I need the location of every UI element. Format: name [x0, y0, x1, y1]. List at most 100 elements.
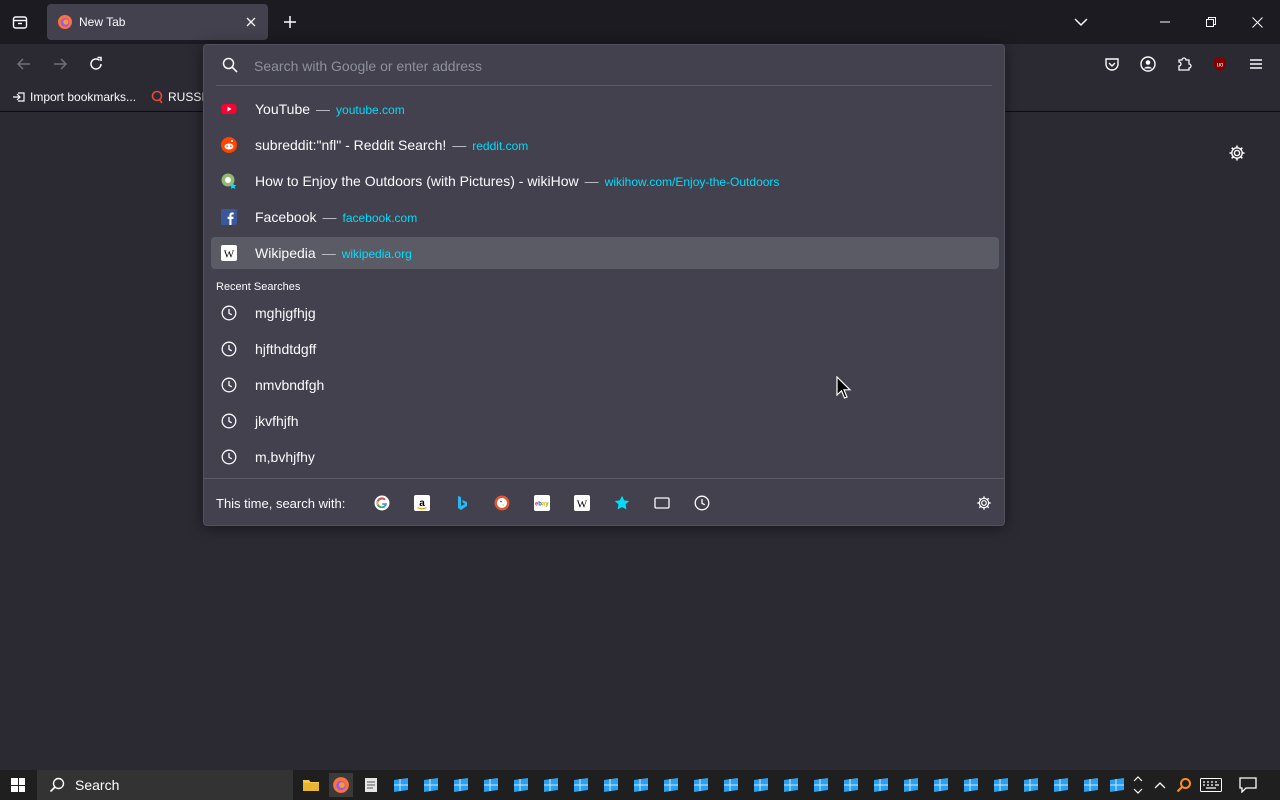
app-taskbar-button[interactable]: [479, 773, 503, 797]
svg-text:a: a: [419, 498, 425, 509]
restore-icon: [1206, 17, 1216, 27]
app-taskbar-button[interactable]: [509, 773, 533, 797]
mouse-cursor-icon: [836, 376, 852, 399]
pocket-button[interactable]: [1098, 50, 1126, 78]
firefox-icon: [333, 777, 349, 793]
app-taskbar-button[interactable]: [599, 773, 623, 797]
app-taskbar-button[interactable]: [1019, 773, 1043, 797]
import-bookmarks-button[interactable]: Import bookmarks...: [12, 90, 136, 104]
menu-button[interactable]: [1242, 50, 1270, 78]
amazon-icon: a: [414, 495, 430, 511]
suggestion-wikipedia[interactable]: W Wikipedia — wikipedia.org: [211, 237, 999, 269]
app-taskbar-button[interactable]: [959, 773, 983, 797]
firefox-taskbar-button[interactable]: [329, 773, 353, 797]
app-taskbar-button[interactable]: [1105, 773, 1129, 797]
app-taskbar-button[interactable]: [749, 773, 773, 797]
notepad-icon: [365, 778, 377, 792]
extensions-button[interactable]: [1170, 50, 1198, 78]
minimize-button[interactable]: [1142, 0, 1188, 44]
close-icon: [246, 17, 256, 27]
tab-close-button[interactable]: [242, 13, 260, 31]
close-window-button[interactable]: [1234, 0, 1280, 44]
app-taskbar-button[interactable]: [719, 773, 743, 797]
app-taskbar-button[interactable]: [839, 773, 863, 797]
app-taskbar-button[interactable]: [569, 773, 593, 797]
tabs-search-button[interactable]: [653, 494, 671, 512]
app-taskbar-button[interactable]: [629, 773, 653, 797]
google-engine-button[interactable]: [373, 494, 391, 512]
file-explorer-taskbar-button[interactable]: [299, 773, 323, 797]
history-icon: [221, 377, 237, 393]
app-window-icon: [904, 778, 918, 792]
amazon-engine-button[interactable]: a: [413, 494, 431, 512]
suggestion-wikihow[interactable]: How to Enjoy the Outdoors (with Pictures…: [211, 165, 999, 197]
app-taskbar-button[interactable]: [449, 773, 473, 797]
reload-button[interactable]: [82, 50, 110, 78]
start-button[interactable]: [0, 770, 36, 800]
ebay-engine-button[interactable]: ebay: [533, 494, 551, 512]
app-window-icon: [1024, 778, 1038, 792]
app-window-icon: [814, 778, 828, 792]
suggestion-youtube[interactable]: YouTube — youtube.com: [211, 93, 999, 125]
duckduckgo-icon: [494, 495, 510, 511]
app-taskbar-button[interactable]: [389, 773, 413, 797]
back-button[interactable]: [10, 50, 38, 78]
customize-newtab-button[interactable]: [1228, 144, 1250, 166]
tray-app-button[interactable]: [1172, 773, 1196, 797]
search-settings-button[interactable]: [975, 494, 993, 512]
app-window-icon: [844, 778, 858, 792]
taskbar-scroll-button[interactable]: [1130, 773, 1146, 797]
wikipedia-icon: W: [574, 495, 590, 511]
ublock-button[interactable]: uo: [1206, 50, 1234, 78]
app-window-icon: [1054, 778, 1068, 792]
suggestion-text: How to Enjoy the Outdoors (with Pictures…: [255, 173, 779, 189]
app-taskbar-button[interactable]: [539, 773, 563, 797]
new-tab-button[interactable]: [278, 10, 302, 34]
bing-icon: [458, 496, 467, 510]
app-taskbar-button[interactable]: [809, 773, 833, 797]
taskbar-search-box[interactable]: Search: [37, 770, 293, 800]
search-oneoffs: This time, search with: a ebay W: [204, 479, 1004, 525]
recent-search-item[interactable]: hjfthdtdgff: [211, 333, 999, 365]
tab-new-tab[interactable]: New Tab: [47, 4, 268, 40]
search-icon: [49, 777, 65, 793]
recent-search-item[interactable]: mghjgfhjg: [211, 297, 999, 329]
recent-search-item[interactable]: m,bvhjfhy: [211, 441, 999, 473]
app-taskbar-button[interactable]: [1079, 773, 1103, 797]
app-taskbar-button[interactable]: [779, 773, 803, 797]
recent-search-item[interactable]: jkvfhjfh: [211, 405, 999, 437]
account-button[interactable]: [1134, 50, 1162, 78]
bing-engine-button[interactable]: [453, 494, 471, 512]
windows-taskbar: Search: [0, 770, 1280, 800]
list-all-tabs-button[interactable]: [1058, 0, 1104, 44]
suggestion-facebook[interactable]: Facebook — facebook.com: [211, 201, 999, 233]
pocket-icon: [1105, 58, 1119, 71]
app-taskbar-button[interactable]: [929, 773, 953, 797]
recent-search-item[interactable]: nmvbndfgh: [211, 369, 999, 401]
suggestion-reddit[interactable]: subreddit:"nfl" - Reddit Search! — reddit.…: [211, 129, 999, 161]
app-taskbar-button[interactable]: [659, 773, 683, 797]
show-hidden-icons-button[interactable]: [1148, 773, 1172, 797]
history-search-button[interactable]: [693, 494, 711, 512]
plus-icon: [284, 16, 296, 28]
youtube-icon: [221, 101, 237, 117]
bookmarks-search-button[interactable]: [613, 494, 631, 512]
action-center-button[interactable]: [1236, 773, 1260, 797]
app-taskbar-button[interactable]: [689, 773, 713, 797]
duckduckgo-engine-button[interactable]: [493, 494, 511, 512]
restore-button[interactable]: [1188, 0, 1234, 44]
touch-keyboard-button[interactable]: [1198, 773, 1224, 797]
app-taskbar-button[interactable]: [869, 773, 893, 797]
tab-strip: New Tab: [0, 0, 1280, 44]
wikipedia-engine-button[interactable]: W: [573, 494, 591, 512]
urlbar-input[interactable]: [254, 55, 954, 77]
notepad-taskbar-button[interactable]: [359, 773, 383, 797]
app-taskbar-button[interactable]: [989, 773, 1013, 797]
app-taskbar-button[interactable]: [419, 773, 443, 797]
recent-search-text: mghjgfhjg: [255, 305, 316, 321]
recent-searches-header: Recent Searches: [216, 281, 301, 293]
app-taskbar-button[interactable]: [899, 773, 923, 797]
forward-button[interactable]: [46, 50, 74, 78]
app-taskbar-button[interactable]: [1049, 773, 1073, 797]
firefox-view-button[interactable]: [6, 8, 34, 36]
